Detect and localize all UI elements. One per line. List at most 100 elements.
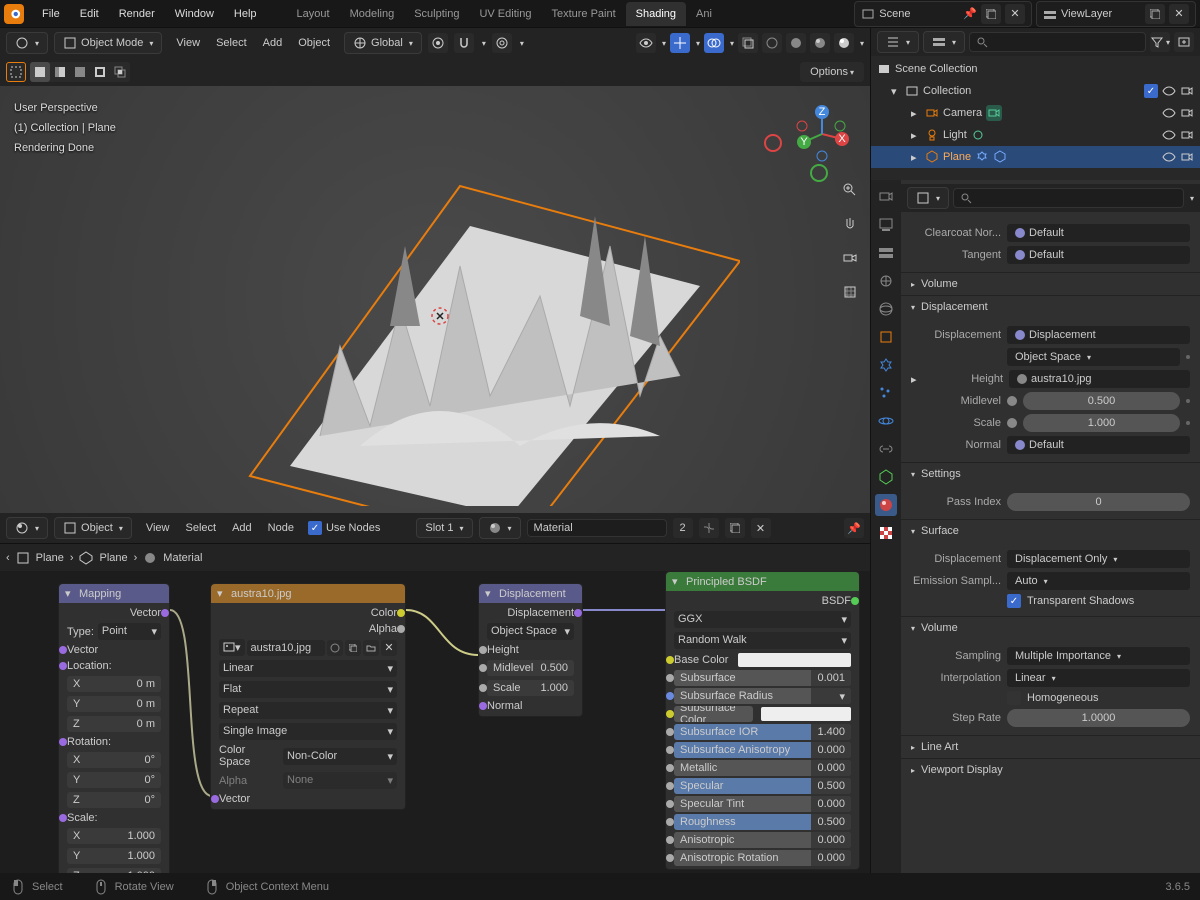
new-image-icon[interactable] [345,640,361,656]
menu-window[interactable]: Window [165,4,224,24]
material-selector[interactable] [479,517,521,539]
xray-icon[interactable] [738,33,758,53]
scale-field[interactable]: Scale1.000 [487,680,574,696]
node-header[interactable]: Principled BSDF [666,572,859,591]
sampling-dropdown[interactable]: Multiple Importance [1007,647,1190,665]
socket-height-in[interactable]: Height [487,644,519,656]
bsdf-roughness-field[interactable]: Roughness0.500 [674,814,851,830]
tab-material[interactable] [875,494,897,516]
outliner-mode-dropdown[interactable] [877,31,919,53]
path-mesh[interactable]: Plane [99,552,127,564]
xyz-field[interactable]: Y1.000 [67,848,161,864]
midlevel-field[interactable]: 0.500 [1023,392,1180,410]
image-browse-icon[interactable]: ▾ [219,639,245,656]
view3d-menu-view[interactable]: View [168,33,208,53]
active-camera-badge[interactable] [986,105,1002,121]
visibility-icon[interactable] [636,33,656,53]
node-displacement[interactable]: Displacement Displacement Object Space▾ … [478,583,583,717]
socket-vector-in[interactable]: Vector [67,644,98,656]
view3d-viewport[interactable]: User Perspective (1) Collection | Plane … [0,86,870,513]
bsdf-subsurface-ior-field[interactable]: Subsurface IOR1.400 [674,724,851,740]
workspace-tab-texture-paint[interactable]: Texture Paint [541,2,625,26]
space-dropdown[interactable]: Object Space▾ [487,623,574,640]
snap-icon[interactable] [454,33,474,53]
outliner-search[interactable] [969,32,1146,52]
tab-constraints[interactable] [875,438,897,460]
node-image-texture[interactable]: austra10.jpg Color Alpha ▾ austra10.jpg … [210,583,406,810]
pass-index-field[interactable]: 0 [1007,493,1190,511]
viewlayer-selector[interactable]: ✕ [1036,1,1196,27]
node-header[interactable]: Displacement [479,584,582,603]
tab-texture[interactable] [875,522,897,544]
props-editor-dropdown[interactable] [907,187,949,209]
interpolation-dropdown[interactable]: Linear▾ [219,660,397,677]
bsdf-specular-field[interactable]: Specular0.500 [674,778,851,794]
tangent-field[interactable]: Default [1007,246,1190,264]
projection-dropdown[interactable]: Flat▾ [219,681,397,698]
select-mode-subtract-icon[interactable] [70,62,90,82]
tab-viewlayer[interactable] [875,242,897,264]
shader-type-dropdown[interactable]: Object [54,517,132,539]
pan-icon[interactable] [836,210,864,238]
tab-world[interactable] [875,298,897,320]
camera-icon[interactable] [1180,84,1194,98]
outliner-display-dropdown[interactable] [923,31,965,53]
normal-field[interactable]: Default [1007,436,1190,454]
workspace-tab-shading[interactable]: Shading [626,2,686,26]
eye-icon[interactable] [1162,106,1176,120]
gizmo-dropdown[interactable] [694,37,700,49]
camera-icon[interactable] [1180,150,1194,164]
menu-file[interactable]: File [32,4,70,24]
eye-icon[interactable] [1162,150,1176,164]
node-menu-node[interactable]: Node [260,518,302,538]
bsdf-subsurface-field[interactable]: Subsurface0.001 [674,670,851,686]
tab-modifiers[interactable] [875,354,897,376]
scene-selector[interactable]: 📌 ✕ [854,1,1032,27]
unlink-material-icon[interactable]: ✕ [751,518,771,538]
viewport-display-panel-header[interactable]: Viewport Display [901,758,1200,781]
snap-options-dropdown[interactable] [480,37,486,49]
navigation-gizmo[interactable]: X Y Z [792,104,852,164]
homogeneous-checkbox[interactable] [1007,691,1021,705]
props-options-dropdown[interactable] [1188,192,1194,204]
clearcoat-normal-field[interactable]: Default [1007,224,1190,242]
editor-type-dropdown[interactable] [6,32,48,54]
tab-particles[interactable] [875,382,897,404]
menu-help[interactable]: Help [224,4,267,24]
visibility-dropdown[interactable] [660,37,666,49]
shading-solid-icon[interactable] [786,33,806,53]
select-box-tool-icon[interactable] [6,62,26,82]
workspace-tab-layout[interactable]: Layout [287,2,340,26]
overlay-dropdown[interactable] [728,37,734,49]
height-link-field[interactable]: austra10.jpg [1009,370,1190,388]
node-editor-type-dropdown[interactable] [6,517,48,539]
fake-user-icon[interactable] [699,518,719,538]
camera-icon[interactable] [1180,106,1194,120]
use-nodes-checkbox[interactable]: ✓Use Nodes [308,521,380,535]
camera-icon[interactable] [1180,128,1194,142]
select-mode-intersect-icon[interactable] [110,62,130,82]
scene-name-input[interactable] [879,8,959,20]
transparent-shadows-checkbox[interactable]: ✓ [1007,594,1021,608]
midlevel-field[interactable]: Midlevel0.500 [487,660,574,676]
node-canvas[interactable]: Mapping Vector Type:Point▾ Vector Locati… [0,571,870,873]
socket-normal-in[interactable]: Normal [487,700,522,712]
tab-data[interactable] [875,466,897,488]
view3d-menu-select[interactable]: Select [208,33,255,53]
workspace-tab-ani[interactable]: Ani [686,2,722,26]
emission-sampling-dropdown[interactable]: Auto [1007,572,1190,590]
select-mode-extend-icon[interactable] [50,62,70,82]
scene-collection-row[interactable]: Scene Collection [871,58,1200,80]
source-dropdown[interactable]: Single Image▾ [219,723,397,740]
path-material[interactable]: Material [163,552,202,564]
zoom-icon[interactable] [836,176,864,204]
eye-icon[interactable] [1162,128,1176,142]
exclude-checkbox[interactable]: ✓ [1144,84,1158,98]
mode-dropdown[interactable]: Object Mode [54,32,162,54]
tab-output[interactable] [875,214,897,236]
path-object[interactable]: Plane [36,552,64,564]
settings-panel-header[interactable]: Settings [901,462,1200,485]
chevron-left-icon[interactable]: ‹ [6,552,10,564]
node-mapping[interactable]: Mapping Vector Type:Point▾ Vector Locati… [58,583,170,873]
xyz-field[interactable]: X1.000 [67,828,161,844]
